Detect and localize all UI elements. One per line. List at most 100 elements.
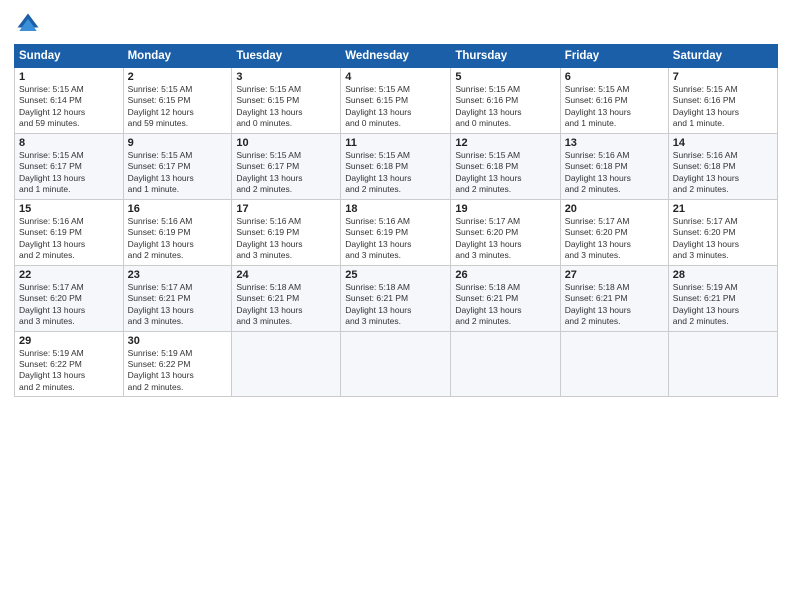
page: Sunday Monday Tuesday Wednesday Thursday… bbox=[0, 0, 792, 612]
day-info: Sunrise: 5:17 AMSunset: 6:20 PMDaylight … bbox=[673, 216, 773, 262]
table-row: 7Sunrise: 5:15 AMSunset: 6:16 PMDaylight… bbox=[668, 68, 777, 134]
table-row: 24Sunrise: 5:18 AMSunset: 6:21 PMDayligh… bbox=[232, 265, 341, 331]
day-number: 30 bbox=[128, 335, 228, 347]
table-row: 13Sunrise: 5:16 AMSunset: 6:18 PMDayligh… bbox=[560, 133, 668, 199]
table-row: 25Sunrise: 5:18 AMSunset: 6:21 PMDayligh… bbox=[341, 265, 451, 331]
table-row: 12Sunrise: 5:15 AMSunset: 6:18 PMDayligh… bbox=[451, 133, 560, 199]
day-info: Sunrise: 5:15 AMSunset: 6:16 PMDaylight … bbox=[455, 84, 555, 130]
day-info: Sunrise: 5:15 AMSunset: 6:18 PMDaylight … bbox=[455, 150, 555, 196]
day-info: Sunrise: 5:15 AMSunset: 6:14 PMDaylight … bbox=[19, 84, 119, 130]
table-row: 2Sunrise: 5:15 AMSunset: 6:15 PMDaylight… bbox=[123, 68, 232, 134]
col-saturday: Saturday bbox=[668, 45, 777, 68]
day-number: 26 bbox=[455, 269, 555, 281]
day-number: 7 bbox=[673, 71, 773, 83]
calendar-row: 22Sunrise: 5:17 AMSunset: 6:20 PMDayligh… bbox=[15, 265, 778, 331]
table-row: 22Sunrise: 5:17 AMSunset: 6:20 PMDayligh… bbox=[15, 265, 124, 331]
day-number: 4 bbox=[345, 71, 446, 83]
day-info: Sunrise: 5:18 AMSunset: 6:21 PMDaylight … bbox=[345, 282, 446, 328]
day-number: 21 bbox=[673, 203, 773, 215]
day-number: 1 bbox=[19, 71, 119, 83]
day-info: Sunrise: 5:15 AMSunset: 6:17 PMDaylight … bbox=[236, 150, 336, 196]
day-number: 27 bbox=[565, 269, 664, 281]
table-row: 14Sunrise: 5:16 AMSunset: 6:18 PMDayligh… bbox=[668, 133, 777, 199]
day-info: Sunrise: 5:15 AMSunset: 6:15 PMDaylight … bbox=[345, 84, 446, 130]
table-row: 20Sunrise: 5:17 AMSunset: 6:20 PMDayligh… bbox=[560, 199, 668, 265]
table-row: 15Sunrise: 5:16 AMSunset: 6:19 PMDayligh… bbox=[15, 199, 124, 265]
table-row: 8Sunrise: 5:15 AMSunset: 6:17 PMDaylight… bbox=[15, 133, 124, 199]
table-row: 28Sunrise: 5:19 AMSunset: 6:21 PMDayligh… bbox=[668, 265, 777, 331]
day-number: 3 bbox=[236, 71, 336, 83]
table-row: 30Sunrise: 5:19 AMSunset: 6:22 PMDayligh… bbox=[123, 331, 232, 397]
day-info: Sunrise: 5:19 AMSunset: 6:21 PMDaylight … bbox=[673, 282, 773, 328]
day-info: Sunrise: 5:17 AMSunset: 6:21 PMDaylight … bbox=[128, 282, 228, 328]
col-sunday: Sunday bbox=[15, 45, 124, 68]
col-tuesday: Tuesday bbox=[232, 45, 341, 68]
day-info: Sunrise: 5:16 AMSunset: 6:19 PMDaylight … bbox=[236, 216, 336, 262]
day-number: 11 bbox=[345, 137, 446, 149]
table-row bbox=[232, 331, 341, 397]
table-row: 17Sunrise: 5:16 AMSunset: 6:19 PMDayligh… bbox=[232, 199, 341, 265]
day-number: 15 bbox=[19, 203, 119, 215]
day-number: 13 bbox=[565, 137, 664, 149]
table-row bbox=[560, 331, 668, 397]
table-row: 6Sunrise: 5:15 AMSunset: 6:16 PMDaylight… bbox=[560, 68, 668, 134]
calendar: Sunday Monday Tuesday Wednesday Thursday… bbox=[14, 44, 778, 397]
day-number: 19 bbox=[455, 203, 555, 215]
day-number: 5 bbox=[455, 71, 555, 83]
day-info: Sunrise: 5:16 AMSunset: 6:19 PMDaylight … bbox=[345, 216, 446, 262]
day-number: 23 bbox=[128, 269, 228, 281]
day-info: Sunrise: 5:18 AMSunset: 6:21 PMDaylight … bbox=[565, 282, 664, 328]
day-info: Sunrise: 5:17 AMSunset: 6:20 PMDaylight … bbox=[455, 216, 555, 262]
day-number: 8 bbox=[19, 137, 119, 149]
table-row: 3Sunrise: 5:15 AMSunset: 6:15 PMDaylight… bbox=[232, 68, 341, 134]
table-row: 11Sunrise: 5:15 AMSunset: 6:18 PMDayligh… bbox=[341, 133, 451, 199]
day-info: Sunrise: 5:17 AMSunset: 6:20 PMDaylight … bbox=[565, 216, 664, 262]
col-wednesday: Wednesday bbox=[341, 45, 451, 68]
day-info: Sunrise: 5:15 AMSunset: 6:15 PMDaylight … bbox=[128, 84, 228, 130]
table-row bbox=[668, 331, 777, 397]
day-info: Sunrise: 5:15 AMSunset: 6:16 PMDaylight … bbox=[565, 84, 664, 130]
day-number: 14 bbox=[673, 137, 773, 149]
col-monday: Monday bbox=[123, 45, 232, 68]
day-number: 20 bbox=[565, 203, 664, 215]
day-info: Sunrise: 5:16 AMSunset: 6:18 PMDaylight … bbox=[565, 150, 664, 196]
col-thursday: Thursday bbox=[451, 45, 560, 68]
day-number: 24 bbox=[236, 269, 336, 281]
day-number: 25 bbox=[345, 269, 446, 281]
day-info: Sunrise: 5:17 AMSunset: 6:20 PMDaylight … bbox=[19, 282, 119, 328]
calendar-header-row: Sunday Monday Tuesday Wednesday Thursday… bbox=[15, 45, 778, 68]
day-number: 17 bbox=[236, 203, 336, 215]
day-number: 22 bbox=[19, 269, 119, 281]
day-info: Sunrise: 5:16 AMSunset: 6:18 PMDaylight … bbox=[673, 150, 773, 196]
day-info: Sunrise: 5:15 AMSunset: 6:17 PMDaylight … bbox=[128, 150, 228, 196]
table-row: 26Sunrise: 5:18 AMSunset: 6:21 PMDayligh… bbox=[451, 265, 560, 331]
day-number: 12 bbox=[455, 137, 555, 149]
day-number: 6 bbox=[565, 71, 664, 83]
table-row: 19Sunrise: 5:17 AMSunset: 6:20 PMDayligh… bbox=[451, 199, 560, 265]
calendar-row: 29Sunrise: 5:19 AMSunset: 6:22 PMDayligh… bbox=[15, 331, 778, 397]
day-info: Sunrise: 5:16 AMSunset: 6:19 PMDaylight … bbox=[128, 216, 228, 262]
table-row: 27Sunrise: 5:18 AMSunset: 6:21 PMDayligh… bbox=[560, 265, 668, 331]
day-info: Sunrise: 5:19 AMSunset: 6:22 PMDaylight … bbox=[19, 348, 119, 394]
table-row: 10Sunrise: 5:15 AMSunset: 6:17 PMDayligh… bbox=[232, 133, 341, 199]
calendar-row: 1Sunrise: 5:15 AMSunset: 6:14 PMDaylight… bbox=[15, 68, 778, 134]
table-row: 1Sunrise: 5:15 AMSunset: 6:14 PMDaylight… bbox=[15, 68, 124, 134]
day-info: Sunrise: 5:18 AMSunset: 6:21 PMDaylight … bbox=[236, 282, 336, 328]
logo-icon bbox=[14, 10, 42, 38]
calendar-row: 8 Sunrise: 5:15 AMSunset: 6:17 PMDaylight… bbox=[15, 133, 778, 199]
calendar-row: 15 Sunrise: 5:16 AMSunset: 6:19 PMDayligh… bbox=[15, 199, 778, 265]
table-row: 18Sunrise: 5:16 AMSunset: 6:19 PMDayligh… bbox=[341, 199, 451, 265]
col-friday: Friday bbox=[560, 45, 668, 68]
day-info: Sunrise: 5:19 AMSunset: 6:22 PMDaylight … bbox=[128, 348, 228, 394]
day-number: 18 bbox=[345, 203, 446, 215]
day-info: Sunrise: 5:18 AMSunset: 6:21 PMDaylight … bbox=[455, 282, 555, 328]
day-number: 16 bbox=[128, 203, 228, 215]
logo bbox=[14, 10, 46, 38]
table-row: 21Sunrise: 5:17 AMSunset: 6:20 PMDayligh… bbox=[668, 199, 777, 265]
table-row: 9Sunrise: 5:15 AMSunset: 6:17 PMDaylight… bbox=[123, 133, 232, 199]
day-number: 10 bbox=[236, 137, 336, 149]
table-row bbox=[451, 331, 560, 397]
table-row bbox=[341, 331, 451, 397]
day-info: Sunrise: 5:15 AMSunset: 6:15 PMDaylight … bbox=[236, 84, 336, 130]
day-number: 2 bbox=[128, 71, 228, 83]
